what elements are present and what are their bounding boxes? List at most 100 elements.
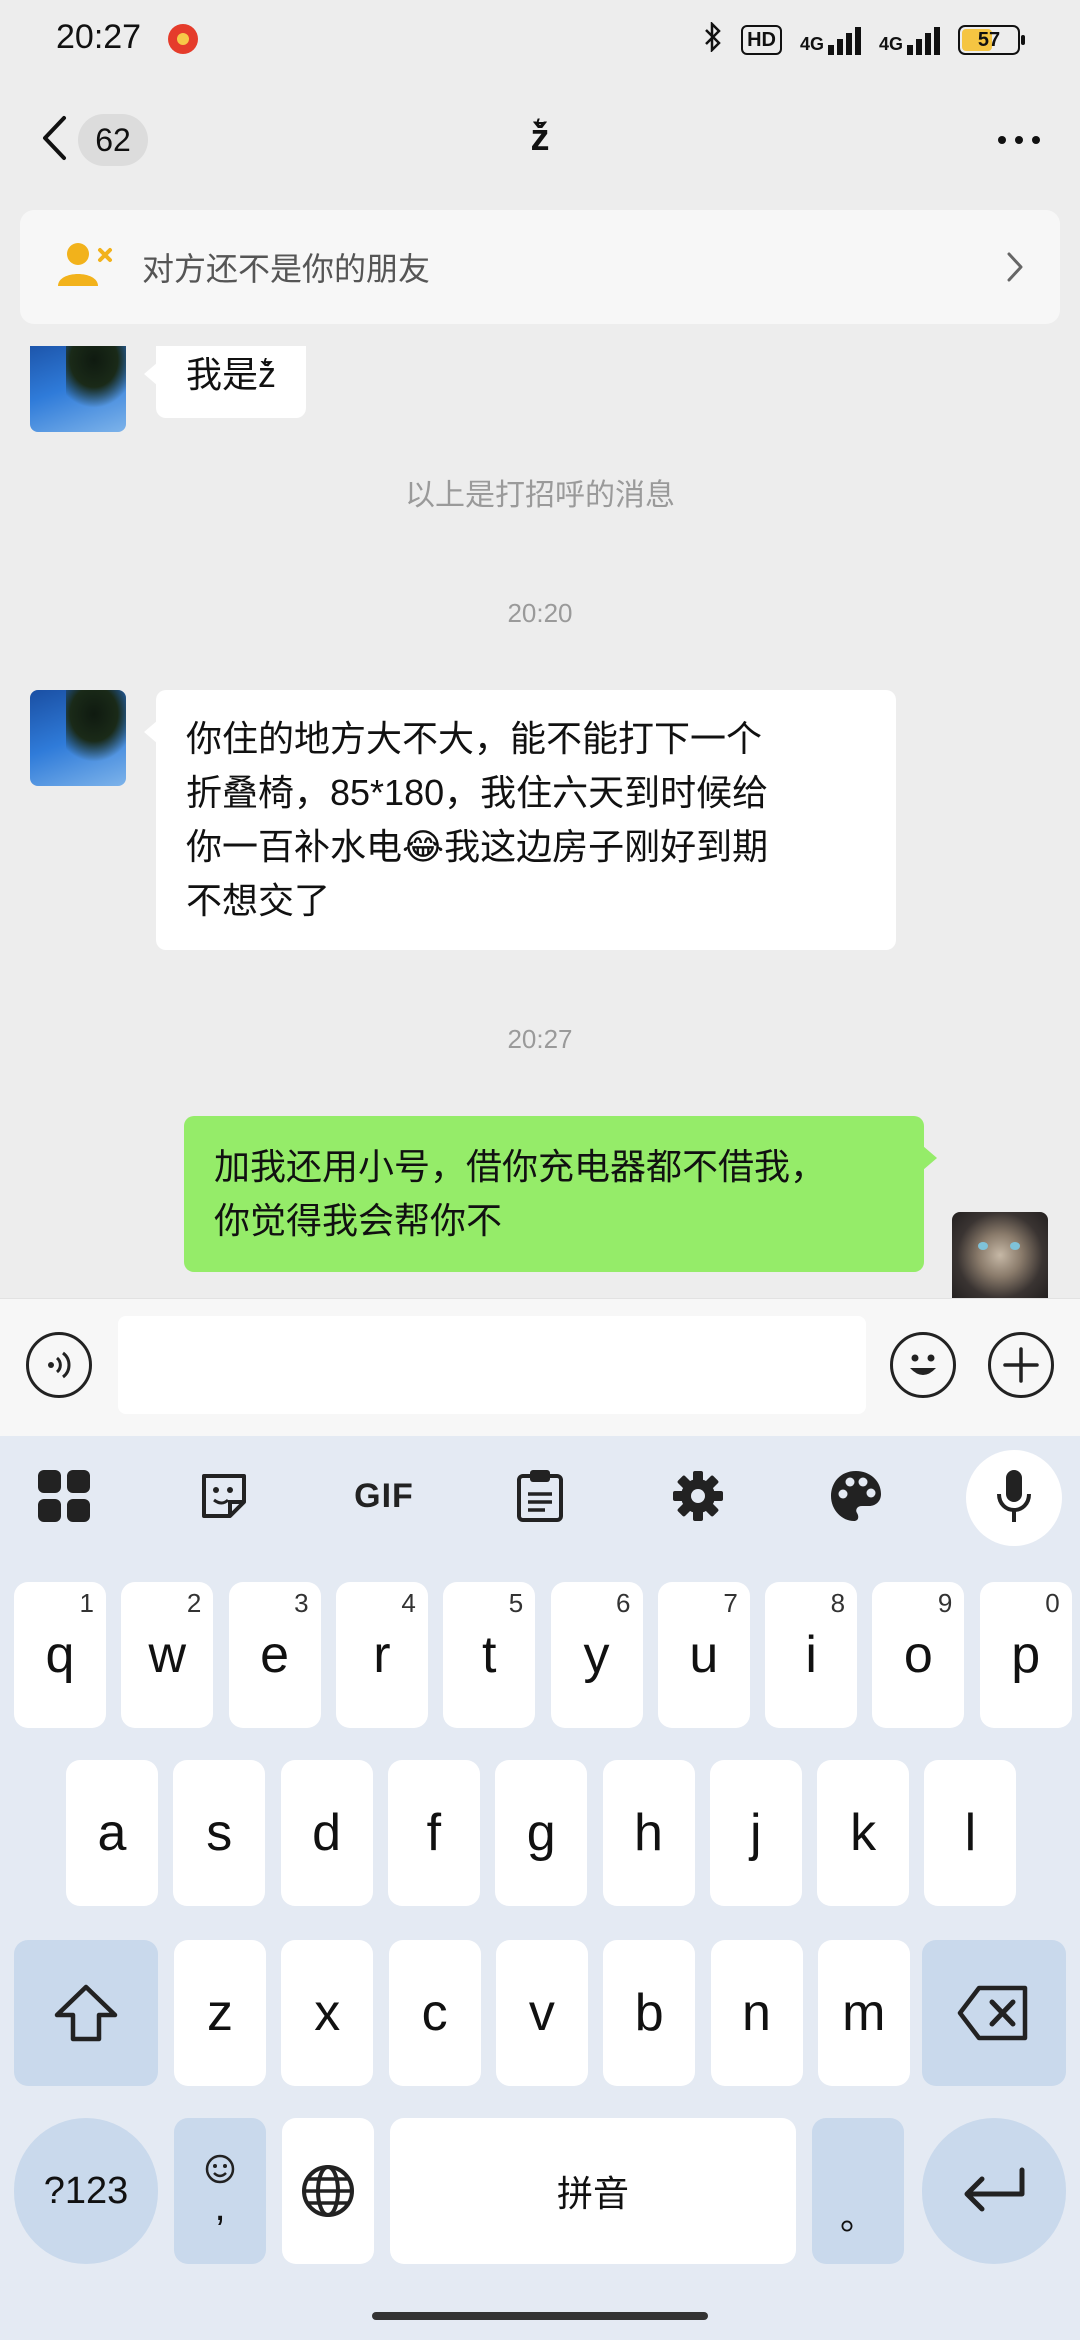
key-k[interactable]: k xyxy=(817,1760,910,1906)
key-hint: 1 xyxy=(79,1588,94,1618)
key-hint: 9 xyxy=(937,1588,953,1618)
key-l[interactable]: l xyxy=(924,1760,1017,1906)
gear-icon xyxy=(673,1471,723,1521)
key-hint: 4 xyxy=(401,1588,416,1618)
key-p[interactable]: p0 xyxy=(979,1582,1072,1728)
key-g[interactable]: g xyxy=(495,1760,588,1906)
key-n[interactable]: n xyxy=(710,1940,803,2086)
gif-button[interactable]: GIF xyxy=(344,1456,424,1536)
status-indicators: HD 4G 4G 57 xyxy=(703,20,1025,60)
key-t[interactable]: t5 xyxy=(443,1582,536,1728)
enter-key[interactable] xyxy=(922,2118,1066,2264)
plus-icon xyxy=(1003,1347,1039,1383)
key-hint: 8 xyxy=(830,1588,846,1618)
backspace-key[interactable] xyxy=(922,1940,1066,2086)
key-hint: 6 xyxy=(616,1588,631,1618)
key-b[interactable]: b xyxy=(603,1940,696,2086)
key-m[interactable]: m xyxy=(817,1940,910,2086)
key-hint: 5 xyxy=(508,1588,524,1618)
mic-button[interactable] xyxy=(966,1450,1062,1546)
signal-2: 4G xyxy=(879,25,940,55)
key-c[interactable]: c xyxy=(388,1940,481,2086)
stranger-notice[interactable]: 对方还不是你的朋友 xyxy=(20,210,1060,324)
key-y[interactable]: y6 xyxy=(550,1582,643,1728)
key-q[interactable]: q1 xyxy=(14,1582,106,1728)
symbols-key[interactable]: ?123 xyxy=(14,2118,158,2264)
key-hint: 0 xyxy=(1045,1588,1060,1618)
space-key[interactable]: 拼音 xyxy=(390,2118,796,2264)
signal-bars-1-icon xyxy=(827,25,861,55)
stranger-notice-text: 对方还不是你的朋友 xyxy=(142,251,431,287)
message-bubble-own[interactable]: 加我还用小号，借你充电器都不借我， 你觉得我会帮你不 xyxy=(184,1116,937,1272)
enter-icon xyxy=(964,2167,1025,2212)
my-avatar[interactable] xyxy=(952,1212,1048,1308)
key-w[interactable]: w2 xyxy=(121,1582,214,1728)
more-dots-icon xyxy=(998,136,1006,144)
shift-key[interactable] xyxy=(14,1940,158,2086)
chat-title: ž͛ xyxy=(530,117,550,159)
key-u[interactable]: u7 xyxy=(657,1582,750,1728)
message-line: 折叠椅，85*180，我住六天到时候给 xyxy=(186,772,769,813)
battery-level: 57 xyxy=(977,29,1001,51)
emoji-button[interactable] xyxy=(890,1332,956,1398)
message-input[interactable] xyxy=(118,1316,866,1414)
status-time: 20:27 xyxy=(56,18,142,56)
theme-button[interactable] xyxy=(816,1456,896,1536)
message-line: 加我还用小号，借你充电器都不借我， xyxy=(214,1146,827,1187)
backspace-icon xyxy=(957,1985,1028,2041)
signal-bars-2-icon xyxy=(907,25,940,55)
emoji-hint-icon xyxy=(205,2154,235,2183)
settings-button[interactable] xyxy=(658,1456,738,1536)
battery-icon: 57 xyxy=(958,25,1025,55)
message-line: 你一百补水电😂我这边房子刚好到期 xyxy=(186,826,769,867)
comma-key[interactable]: , xyxy=(174,2118,266,2264)
key-z[interactable]: z xyxy=(174,1940,266,2086)
key-hint: 7 xyxy=(723,1588,738,1618)
key-h[interactable]: h xyxy=(602,1760,695,1906)
key-o[interactable]: o9 xyxy=(872,1582,965,1728)
shift-icon xyxy=(54,1984,118,2042)
plus-button[interactable] xyxy=(988,1332,1054,1398)
key-e[interactable]: e3 xyxy=(228,1582,321,1728)
globe-icon xyxy=(302,2165,354,2217)
clipboard-icon xyxy=(517,1470,563,1522)
apps-grid-icon xyxy=(38,1470,90,1522)
voice-input-icon xyxy=(48,1351,71,1379)
more-button[interactable] xyxy=(982,112,1056,168)
key-v[interactable]: v xyxy=(495,1940,588,2086)
mic-icon xyxy=(997,1470,1031,1522)
avatar[interactable] xyxy=(30,346,126,432)
key-x[interactable]: x xyxy=(281,1940,374,2086)
period-key[interactable]: 。 xyxy=(812,2118,904,2264)
apps-grid-button[interactable] xyxy=(24,1456,104,1536)
app-notification-icon xyxy=(168,24,198,54)
greeting-divider: 以上是打招呼的消息 xyxy=(405,479,675,512)
key-i[interactable]: i8 xyxy=(765,1582,858,1728)
message-line: 不想交了 xyxy=(186,880,331,921)
key-r[interactable]: r4 xyxy=(335,1582,428,1728)
add-friend-icon xyxy=(56,240,114,295)
key-s[interactable]: s xyxy=(173,1760,266,1906)
bluetooth-icon xyxy=(703,20,723,58)
key-j[interactable]: j xyxy=(709,1760,802,1906)
home-indicator[interactable] xyxy=(372,2312,708,2320)
timestamp: 20:20 xyxy=(507,598,573,628)
chevron-right-icon xyxy=(1007,252,1023,282)
message-bubble[interactable]: 我是ž͛ xyxy=(143,346,307,418)
key-a[interactable]: a xyxy=(66,1760,158,1906)
emoji-icon xyxy=(910,1354,936,1375)
avatar[interactable] xyxy=(30,690,126,786)
key-hint: 3 xyxy=(294,1588,309,1618)
key-f[interactable]: f xyxy=(387,1760,480,1906)
sticker-button[interactable] xyxy=(184,1456,264,1536)
voice-input-button[interactable] xyxy=(26,1332,92,1398)
message-line: 你住的地方大不大，能不能打下一个 xyxy=(186,718,763,759)
message-bubble[interactable]: 你住的地方大不大，能不能打下一个 折叠椅，85*180，我住六天到时候给 你一百… xyxy=(144,690,896,950)
sticker-icon xyxy=(202,1474,246,1518)
timestamp: 20:27 xyxy=(507,1024,573,1054)
message-row: 我是ž͛ xyxy=(0,346,1080,432)
language-key[interactable] xyxy=(282,2118,374,2264)
clipboard-button[interactable] xyxy=(500,1456,580,1536)
key-d[interactable]: d xyxy=(280,1760,373,1906)
signal-1: 4G xyxy=(800,25,861,55)
